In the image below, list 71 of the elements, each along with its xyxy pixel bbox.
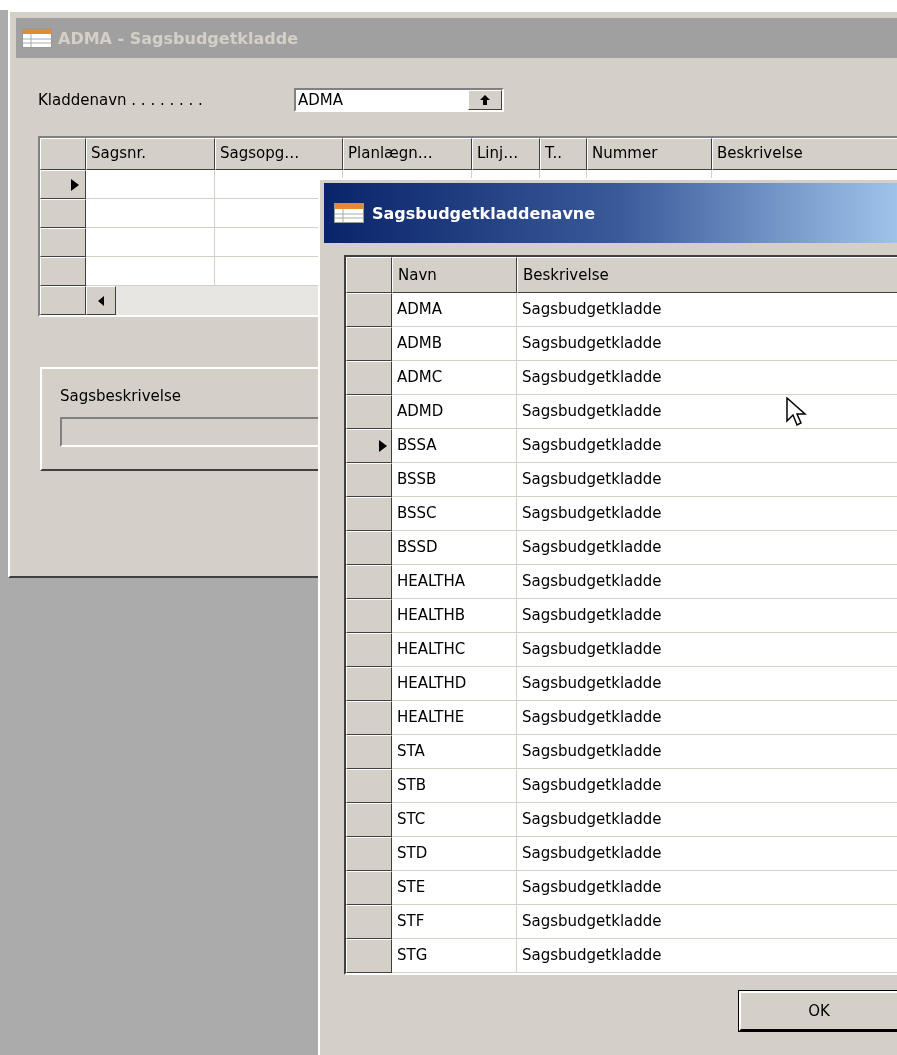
table-cell[interactable] (86, 228, 215, 257)
dialog-title: Sagsbudgetkladdenavne (372, 203, 596, 223)
table-cell[interactable]: ADMB (392, 327, 517, 361)
row-selector[interactable] (346, 905, 392, 939)
table-cell[interactable]: ADMC (392, 361, 517, 395)
arrow-up-icon (479, 94, 491, 106)
arrow-left-icon (98, 295, 104, 306)
row-selector[interactable] (346, 429, 392, 463)
row-selector[interactable] (346, 599, 392, 633)
column-header[interactable]: Beskrivelse (517, 257, 897, 293)
table-cell[interactable]: HEALTHB (392, 599, 517, 633)
field-label: Kladdenavn . . . . . . . . (38, 91, 204, 109)
row-selector[interactable] (346, 395, 392, 429)
row-selector[interactable] (346, 327, 392, 361)
table-cell[interactable]: STF (392, 905, 517, 939)
column-header[interactable]: Beskrivelse (712, 138, 897, 170)
lookup-button[interactable] (468, 90, 502, 110)
row-selector[interactable] (346, 361, 392, 395)
column-header[interactable]: Nummer (587, 138, 712, 170)
table-cell[interactable]: BSSB (392, 463, 517, 497)
column-header[interactable]: Sagsopg… (215, 138, 343, 170)
scroll-left-button[interactable] (86, 286, 116, 315)
row-selector[interactable] (40, 257, 86, 286)
row-selector[interactable] (346, 463, 392, 497)
table-cell[interactable] (86, 199, 215, 228)
table-cell[interactable]: HEALTHC (392, 633, 517, 667)
table-cell[interactable]: HEALTHD (392, 667, 517, 701)
row-selector[interactable] (40, 199, 86, 228)
column-header[interactable]: Linj… (472, 138, 540, 170)
row-selector[interactable] (346, 769, 392, 803)
journal-name-field[interactable]: ADMA (294, 88, 504, 112)
table-cell[interactable]: STE (392, 871, 517, 905)
table-cell[interactable]: ADMA (392, 293, 517, 327)
row-selector[interactable] (346, 803, 392, 837)
row-selector[interactable] (346, 939, 392, 973)
table-cell[interactable] (86, 257, 215, 286)
table-cell[interactable]: HEALTHA (392, 565, 517, 599)
table-cell[interactable]: STC (392, 803, 517, 837)
row-selector[interactable] (40, 170, 86, 199)
table-icon (334, 203, 364, 223)
row-selector[interactable] (346, 837, 392, 871)
row-selector[interactable] (346, 565, 392, 599)
table-icon (22, 28, 52, 48)
ok-button[interactable]: OK (739, 991, 897, 1031)
table-cell[interactable]: ADMD (392, 395, 517, 429)
table-cell[interactable]: STA (392, 735, 517, 769)
row-selector[interactable] (346, 293, 392, 327)
table-cell[interactable]: STB (392, 769, 517, 803)
row-pointer-icon (379, 440, 387, 452)
row-selector[interactable] (346, 497, 392, 531)
row-selector[interactable] (346, 531, 392, 565)
table-cell[interactable]: STG (392, 939, 517, 973)
row-selector[interactable] (346, 701, 392, 735)
table-cell[interactable]: HEALTHE (392, 701, 517, 735)
row-selector[interactable] (346, 667, 392, 701)
column-header[interactable]: Navn (392, 257, 517, 293)
column-header[interactable]: Sagsnr. (86, 138, 215, 170)
row-pointer-icon (71, 178, 79, 191)
column-header[interactable]: Planlægn… (343, 138, 472, 170)
row-selector[interactable] (346, 735, 392, 769)
row-selector[interactable] (40, 228, 86, 257)
table-cell[interactable]: BSSA (392, 429, 517, 463)
table-cell[interactable]: STD (392, 837, 517, 871)
table-cell[interactable]: BSSC (392, 497, 517, 531)
mouse-pointer-icon (786, 397, 808, 429)
row-selector[interactable] (346, 633, 392, 667)
group-label: Sagsbeskrivelse (60, 387, 182, 405)
table-cell[interactable]: BSSD (392, 531, 517, 565)
column-header[interactable]: T.. (540, 138, 587, 170)
table-cell[interactable] (86, 170, 215, 199)
row-selector[interactable] (346, 871, 392, 905)
